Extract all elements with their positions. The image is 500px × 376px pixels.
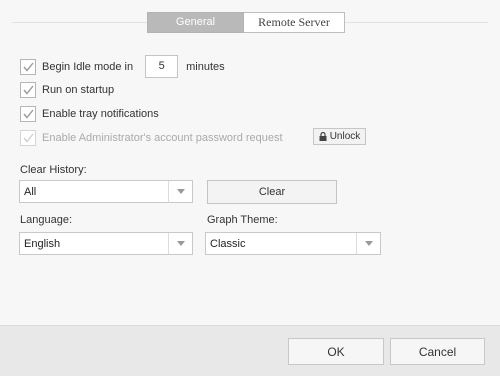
language-value: English xyxy=(24,237,61,250)
ok-button[interactable]: OK xyxy=(288,338,384,365)
run-on-startup-checkbox[interactable] xyxy=(20,82,36,98)
tray-notifications-row: Enable tray notifications xyxy=(20,106,159,122)
chevron-down-icon[interactable] xyxy=(356,233,380,254)
clear-history-value: All xyxy=(24,185,37,198)
dialog-footer: OK Cancel xyxy=(0,325,500,376)
clear-history-label: Clear History: xyxy=(20,164,87,176)
checkmark-icon xyxy=(22,133,34,143)
unlock-button[interactable]: Unlock xyxy=(313,128,366,145)
checkmark-icon xyxy=(22,85,34,95)
clear-history-select[interactable]: All xyxy=(19,180,193,203)
tab-bar: General Remote Server xyxy=(147,12,345,33)
idle-mode-label: Begin Idle mode in xyxy=(42,60,134,73)
graph-theme-label: Graph Theme: xyxy=(207,214,278,226)
admin-password-row: Enable Administrator's account password … xyxy=(20,130,283,146)
checkmark-icon xyxy=(22,62,34,72)
cancel-button[interactable]: Cancel xyxy=(390,338,485,365)
language-label: Language: xyxy=(20,214,72,226)
tab-remote-server[interactable]: Remote Server xyxy=(244,12,345,33)
chevron-down-icon[interactable] xyxy=(168,181,192,202)
lock-icon xyxy=(319,132,327,141)
admin-password-label: Enable Administrator's account password … xyxy=(42,132,283,144)
unlock-label: Unlock xyxy=(329,131,361,142)
clear-button[interactable]: Clear xyxy=(207,180,337,204)
tab-general[interactable]: General xyxy=(147,12,244,33)
run-on-startup-row: Run on startup xyxy=(20,82,114,98)
idle-minutes-unit: minutes xyxy=(186,60,225,73)
idle-mode-checkbox[interactable] xyxy=(20,58,36,75)
chevron-down-icon[interactable] xyxy=(168,233,192,254)
admin-password-checkbox[interactable] xyxy=(20,130,36,146)
tray-notifications-checkbox[interactable] xyxy=(20,106,36,122)
tray-notifications-label: Enable tray notifications xyxy=(42,108,159,120)
checkmark-icon xyxy=(22,109,34,119)
idle-mode-row: Begin Idle mode in 5 minutes xyxy=(20,55,225,78)
language-select[interactable]: English xyxy=(19,232,193,255)
run-on-startup-label: Run on startup xyxy=(42,84,115,96)
graph-theme-select[interactable]: Classic xyxy=(205,232,381,255)
graph-theme-value: Classic xyxy=(210,237,246,250)
idle-minutes-input[interactable]: 5 xyxy=(145,55,179,78)
